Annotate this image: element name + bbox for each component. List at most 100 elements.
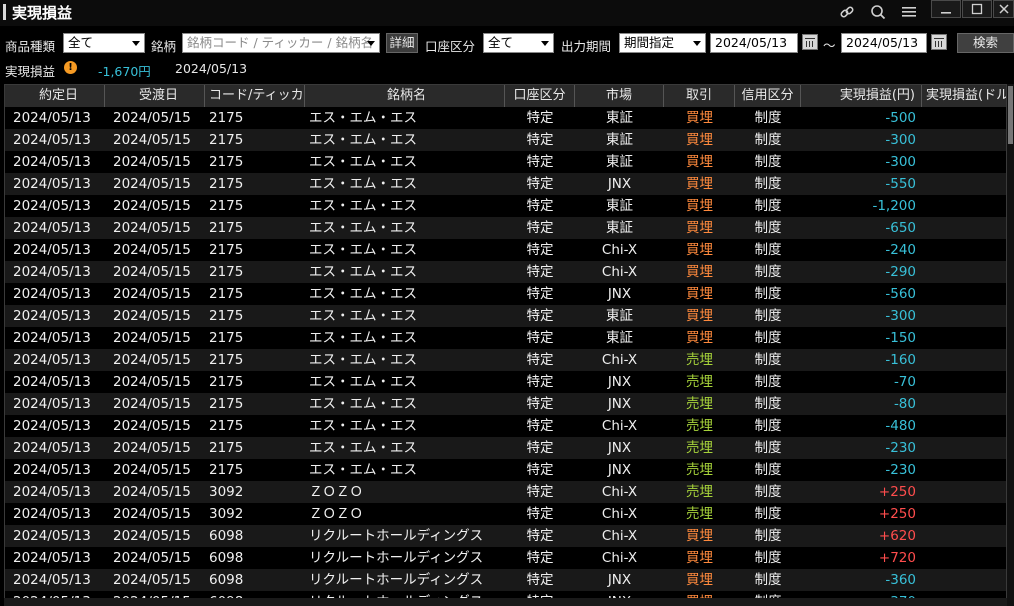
calendar-icon[interactable]: [802, 34, 818, 50]
market-cell: JNX: [607, 440, 632, 456]
market-cell: JNX: [607, 286, 632, 302]
table-row[interactable]: 2024/05/13 2024/05/15 6098 リクルートホールディングス 特定 C…: [5, 525, 1006, 547]
table-row[interactable]: 2024/05/13 2024/05/15 2175 エス・エム・エス 特定 東証 買埋 制度…: [5, 151, 1006, 173]
account-type-value: 全て: [488, 35, 514, 50]
symbol-name-cell: エス・エム・エス: [309, 154, 417, 170]
realized-pl-usd-cell: [922, 217, 1006, 239]
market-cell: Chi-X: [601, 484, 638, 500]
symbol-name-cell: エス・エム・エス: [309, 462, 417, 478]
trade-date-cell: 2024/05/13: [13, 198, 91, 214]
trade-type-cell: 買埋: [686, 242, 713, 258]
table-row[interactable]: 2024/05/13 2024/05/15 2175 エス・エム・エス 特定 東証 買埋 制度…: [5, 327, 1006, 349]
realized-pl-usd-cell: [922, 327, 1006, 349]
table-row[interactable]: 2024/05/13 2024/05/15 3092 ＺＯＺＯ 特定 Chi-X 売埋 制度 +…: [5, 503, 1006, 525]
table-row[interactable]: 2024/05/13 2024/05/15 2175 エス・エム・エス 特定 Chi-X 買…: [5, 239, 1006, 261]
table-row[interactable]: 2024/05/13 2024/05/15 6098 リクルートホールディングス 特定 C…: [5, 547, 1006, 569]
search-icon[interactable]: [867, 2, 889, 22]
code-cell: 2175: [209, 132, 244, 148]
settlement-date-cell: 2024/05/15: [113, 506, 191, 522]
column-header[interactable]: 実現損益(ドル: [922, 85, 1006, 107]
account-type-select[interactable]: 全て: [483, 33, 554, 53]
date-to-input[interactable]: 2024/05/13: [841, 33, 927, 53]
column-header[interactable]: 市場: [575, 85, 664, 107]
settlement-date-cell: 2024/05/15: [113, 352, 191, 368]
trade-type-cell: 売埋: [686, 418, 713, 434]
account-type-cell: 特定: [526, 154, 554, 170]
market-cell: JNX: [607, 396, 632, 412]
table-row[interactable]: 2024/05/13 2024/05/15 2175 エス・エム・エス 特定 Chi-X 売…: [5, 349, 1006, 371]
realized-pl-yen-cell: +720: [878, 550, 916, 566]
column-header[interactable]: 受渡日: [105, 85, 205, 107]
realized-pl-yen-cell: -300: [885, 132, 916, 148]
table-row[interactable]: 2024/05/13 2024/05/15 2175 エス・エム・エス 特定 東証 買埋 制度…: [5, 129, 1006, 151]
symbol-name-cell: ＺＯＺＯ: [309, 484, 363, 500]
table-row[interactable]: 2024/05/13 2024/05/15 2175 エス・エム・エス 特定 Chi-X 買…: [5, 261, 1006, 283]
menu-icon[interactable]: [898, 2, 920, 22]
search-button[interactable]: 検索: [957, 33, 1014, 53]
column-header[interactable]: コード/ティッカー: [205, 85, 305, 107]
product-type-value: 全て: [68, 35, 94, 50]
code-cell: 6098: [209, 572, 244, 588]
realized-pl-usd-cell: [922, 503, 1006, 525]
table-row[interactable]: 2024/05/13 2024/05/15 2175 エス・エム・エス 特定 JNX 買埋 制…: [5, 173, 1006, 195]
period-select[interactable]: 期間指定: [619, 33, 706, 53]
table-row[interactable]: 2024/05/13 2024/05/15 2175 エス・エム・エス 特定 JNX 売埋 制…: [5, 393, 1006, 415]
column-header[interactable]: 口座区分: [505, 85, 575, 107]
table-row[interactable]: 2024/05/13 2024/05/15 2175 エス・エム・エス 特定 東証 買埋 制度…: [5, 195, 1006, 217]
symbol-name-cell: リクルートホールディングス: [309, 550, 484, 566]
account-type-cell: 特定: [526, 286, 554, 302]
symbol-input[interactable]: 銘柄コード / ティッカー / 銘柄名: [182, 33, 380, 53]
vertical-scrollbar[interactable]: [1007, 84, 1014, 606]
trade-type-cell: 買埋: [686, 198, 713, 214]
table-row[interactable]: 2024/05/13 2024/05/15 2175 エス・エム・エス 特定 JNX 売埋 制…: [5, 459, 1006, 481]
close-icon[interactable]: [993, 0, 1014, 18]
table-row[interactable]: 2024/05/13 2024/05/15 2175 エス・エム・エス 特定 JNX 買埋 制…: [5, 283, 1006, 305]
table-row[interactable]: 2024/05/13 2024/05/15 2175 エス・エム・エス 特定 JNX 売埋 制…: [5, 437, 1006, 459]
vertical-scrollbar-thumb[interactable]: [1008, 86, 1013, 144]
account-type-cell: 特定: [526, 132, 554, 148]
horizontal-scrollbar[interactable]: [4, 598, 1007, 606]
account-type-cell: 特定: [526, 484, 554, 500]
detail-button[interactable]: 詳細: [386, 33, 418, 53]
date-from-input[interactable]: 2024/05/13: [710, 33, 798, 53]
code-cell: 2175: [209, 176, 244, 192]
account-type-cell: 特定: [526, 198, 554, 214]
code-cell: 2175: [209, 242, 244, 258]
table-row[interactable]: 2024/05/13 2024/05/15 2175 エス・エム・エス 特定 東証 買埋 制度…: [5, 217, 1006, 239]
column-header[interactable]: 実現損益(円): [801, 85, 922, 107]
margin-type-cell: 制度: [754, 550, 782, 566]
code-cell: 2175: [209, 110, 244, 126]
realized-pl-yen-cell: -80: [893, 396, 916, 412]
market-cell: Chi-X: [601, 418, 638, 434]
column-header[interactable]: 約定日: [5, 85, 105, 107]
calendar-icon[interactable]: [931, 34, 947, 50]
chevron-down-icon: [693, 41, 701, 46]
table-row[interactable]: 2024/05/13 2024/05/15 6098 リクルートホールディングス 特定 J…: [5, 569, 1006, 591]
realized-pl-yen-cell: -230: [885, 462, 916, 478]
realized-pl-yen-cell: -360: [885, 572, 916, 588]
table-row[interactable]: 2024/05/13 2024/05/15 3092 ＺＯＺＯ 特定 Chi-X 売埋 制度 +…: [5, 481, 1006, 503]
column-header[interactable]: 取引: [664, 85, 735, 107]
minimize-icon[interactable]: [931, 0, 961, 18]
realized-pl-yen-cell: -300: [885, 308, 916, 324]
table-row[interactable]: 2024/05/13 2024/05/15 2175 エス・エム・エス 特定 Chi-X 売…: [5, 415, 1006, 437]
link-icon[interactable]: [836, 2, 858, 22]
realized-pl-usd-cell: [922, 349, 1006, 371]
column-header[interactable]: 銘柄名: [305, 85, 505, 107]
column-header[interactable]: 信用区分: [735, 85, 801, 107]
code-cell: 2175: [209, 352, 244, 368]
margin-type-cell: 制度: [754, 198, 782, 214]
account-type-cell: 特定: [526, 572, 554, 588]
table-row[interactable]: 2024/05/13 2024/05/15 2175 エス・エム・エス 特定 JNX 売埋 制…: [5, 371, 1006, 393]
market-cell: JNX: [607, 176, 632, 192]
warning-icon[interactable]: !: [64, 61, 77, 74]
table-row[interactable]: 2024/05/13 2024/05/15 2175 エス・エム・エス 特定 東証 買埋 制度…: [5, 305, 1006, 327]
margin-type-cell: 制度: [754, 374, 782, 390]
table-row[interactable]: 2024/05/13 2024/05/15 2175 エス・エム・エス 特定 東証 買埋 制度…: [5, 107, 1006, 129]
symbol-name-cell: エス・エム・エス: [309, 418, 417, 434]
product-type-select[interactable]: 全て: [63, 33, 145, 53]
maximize-icon[interactable]: [962, 0, 992, 18]
symbol-name-cell: リクルートホールディングス: [309, 528, 484, 544]
symbol-name-cell: エス・エム・エス: [309, 242, 417, 258]
realized-pl-yen-cell: -70: [893, 374, 916, 390]
